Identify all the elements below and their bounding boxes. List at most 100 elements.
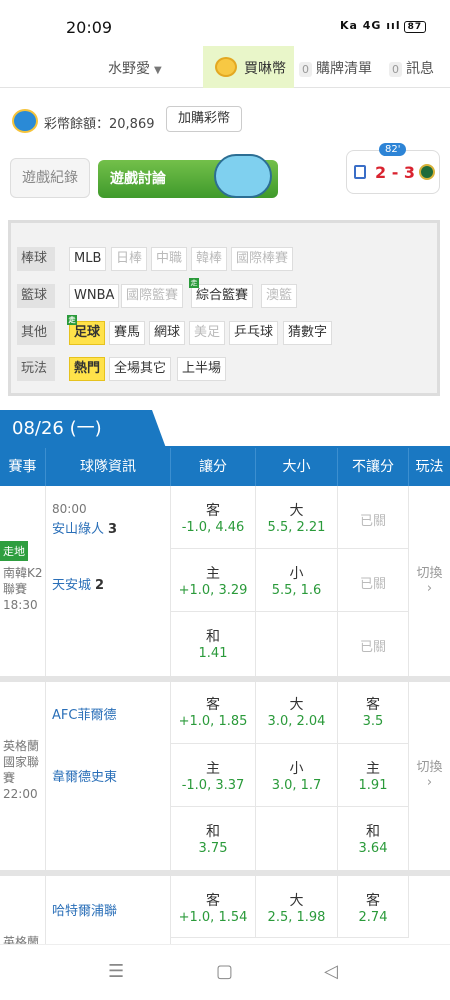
filter-chip[interactable]: MLB [69, 247, 107, 271]
signal-text: Ka 4G ııl [340, 19, 401, 32]
odds-side: 和 [206, 824, 220, 840]
home-team[interactable]: 天安城 2 [52, 574, 104, 593]
column-header: 讓分 [171, 448, 256, 486]
moneyline-cell[interactable]: 和 3.64 [338, 807, 409, 870]
filter-chip[interactable]: 日棒 [111, 247, 148, 271]
battery-icon: 87 [403, 21, 427, 33]
filter-chip[interactable]: 乒乓球 [229, 321, 279, 345]
filter-chip[interactable]: 美足 [189, 321, 226, 345]
messages-tab[interactable]: 0 訊息 [389, 58, 434, 78]
match-minute: 82' [379, 143, 407, 156]
over-under-cell[interactable]: 小 3.0, 1.7 [256, 744, 338, 807]
spread-odds-cell[interactable]: 主 +1.0, 3.29 [171, 549, 256, 612]
match-info: 英格蘭 [0, 876, 46, 949]
moneyline-cell[interactable]: 客 3.5 [338, 682, 409, 744]
match-time: 18:30 [3, 598, 38, 612]
over-under-cell[interactable]: 小 5.5, 1.6 [256, 549, 338, 612]
odds-value: +1.0, 1.54 [178, 910, 248, 925]
home-icon[interactable]: ▢ [216, 961, 233, 982]
filter-chip[interactable]: 走綜合籃賽 [189, 278, 254, 308]
filter-chip[interactable]: 澳籃 [261, 284, 298, 308]
order-list-label: 購牌清單 [316, 61, 372, 77]
odds-side: 主 [366, 761, 380, 777]
user-menu[interactable]: 水野愛 ▼ [108, 58, 162, 78]
over-under-cell[interactable]: 大 5.5, 2.21 [256, 486, 338, 549]
odds-side: 客 [366, 697, 380, 713]
home-team-name: 天安城 [52, 578, 92, 593]
menu-icon[interactable]: ☰ [108, 961, 124, 982]
buy-coins-tab[interactable]: 買啉幣 [203, 46, 294, 88]
order-count-badge: 0 [299, 62, 312, 77]
away-team[interactable]: 安山綠人 3 [52, 518, 117, 537]
filter-chip[interactable]: 全場其它 [109, 357, 172, 381]
sport-filter-panel: 棒球 MLB 日棒 中職 韓棒 國際棒賽 籃球 WNBA 國際籃賽 走綜合籃賽 … [8, 220, 440, 396]
switch-label: 切換 [416, 760, 443, 775]
home-team[interactable]: 韋爾德史東 [52, 766, 117, 785]
odds-value: 2.74 [358, 910, 388, 925]
filter-chip[interactable]: 上半場 [177, 357, 227, 381]
spread-odds-cell[interactable]: 客 +1.0, 1.85 [171, 682, 256, 744]
signal-icon: Ka 4G ııl 87 [340, 19, 427, 33]
switch-play-button[interactable]: 切換 › [409, 756, 450, 790]
odds-value: +1.0, 1.85 [178, 714, 248, 729]
odds-side: 小 [289, 761, 304, 777]
status-bar: 20:09 Ka 4G ııl 87 [0, 0, 450, 46]
spread-odds-cell[interactable]: 客 -1.0, 4.46 [171, 486, 256, 549]
filter-chip[interactable]: WNBA [69, 284, 120, 308]
lottery-coin-icon [12, 109, 38, 133]
tab-game-discussion[interactable]: 遊戲討論 [98, 154, 278, 198]
filter-chip[interactable]: 中職 [151, 247, 188, 271]
over-under-cell[interactable]: 大 3.0, 2.04 [256, 682, 338, 744]
date-header: 08/26 (一) [0, 410, 450, 448]
live-badge: 走地 [0, 541, 28, 561]
balance-text: 彩幣餘額：20,869 [44, 117, 155, 132]
filter-chip[interactable]: 國際籃賽 [121, 284, 184, 308]
username: 水野愛 [108, 61, 150, 77]
live-tag-icon: 走 [189, 278, 199, 288]
away-team-name: 安山綠人 [52, 522, 105, 537]
match-row: 走地 南韓K2聯賽 18:30 80:00 安山綠人 3 天安城 2 客 -1.0, … [0, 486, 450, 682]
column-header: 球隊資訊 [46, 448, 171, 486]
draw-odds-cell[interactable]: 和 1.41 [171, 612, 256, 676]
home-team-logo-icon [354, 165, 366, 179]
filter-chip[interactable]: 猜數字 [283, 321, 333, 345]
tab-game-record[interactable]: 遊戲紀錄 [10, 158, 90, 198]
moneyline-cell: 已關 [338, 486, 409, 549]
odds-value: 5.5, 2.21 [267, 520, 326, 535]
filter-chip[interactable]: 賽馬 [109, 321, 146, 345]
filter-category: 玩法 [17, 357, 55, 381]
table-header: 賽事 球隊資訊 讓分 大小 不讓分 玩法 [0, 448, 450, 486]
tab-game-discussion-label: 遊戲討論 [110, 171, 166, 187]
odds-value: -1.0, 3.37 [181, 778, 245, 793]
buy-coins-label: 買啉幣 [244, 61, 286, 77]
odds-value: +1.0, 3.29 [178, 583, 248, 598]
match-info: 英格蘭國家聯賽 22:00 [0, 682, 46, 870]
away-team[interactable]: 哈特爾浦聯 [52, 900, 117, 919]
filter-chip-selected[interactable]: 走足球 [67, 315, 106, 345]
chevron-right-icon: › [426, 581, 433, 596]
switch-play-button[interactable]: 切換 › [409, 562, 450, 596]
match-row: 英格蘭 哈特爾浦聯 客 +1.0, 1.54 大 2.5, 1.98 客 2.74 [0, 876, 450, 949]
away-team[interactable]: AFC菲爾德 [52, 704, 116, 723]
league-name: 英格蘭國家聯賽 [3, 739, 40, 785]
moneyline-cell[interactable]: 客 2.74 [338, 876, 409, 938]
closed-label: 已關 [359, 577, 386, 592]
odds-side: 主 [206, 761, 220, 777]
add-coins-button[interactable]: 加購彩幣 [166, 106, 243, 132]
filter-chip[interactable]: 韓棒 [191, 247, 228, 271]
odds-value: 3.5 [362, 714, 384, 729]
column-header: 玩法 [409, 448, 450, 486]
filter-chip[interactable]: 網球 [149, 321, 186, 345]
over-under-cell[interactable]: 大 2.5, 1.98 [256, 876, 338, 938]
moneyline-cell[interactable]: 主 1.91 [338, 744, 409, 807]
live-score-widget[interactable]: 82' 2 - 3 [346, 143, 440, 194]
odds-side: 大 [289, 893, 304, 909]
draw-odds-cell[interactable]: 和 3.75 [171, 807, 256, 870]
order-list-tab[interactable]: 0 購牌清單 [299, 58, 372, 78]
odds-side: 客 [206, 893, 220, 909]
filter-chip[interactable]: 國際棒賽 [231, 247, 294, 271]
spread-odds-cell[interactable]: 主 -1.0, 3.37 [171, 744, 256, 807]
back-icon[interactable]: ◁ [324, 961, 338, 982]
spread-odds-cell[interactable]: 客 +1.0, 1.54 [171, 876, 256, 938]
filter-chip-selected[interactable]: 熱門 [69, 357, 106, 381]
